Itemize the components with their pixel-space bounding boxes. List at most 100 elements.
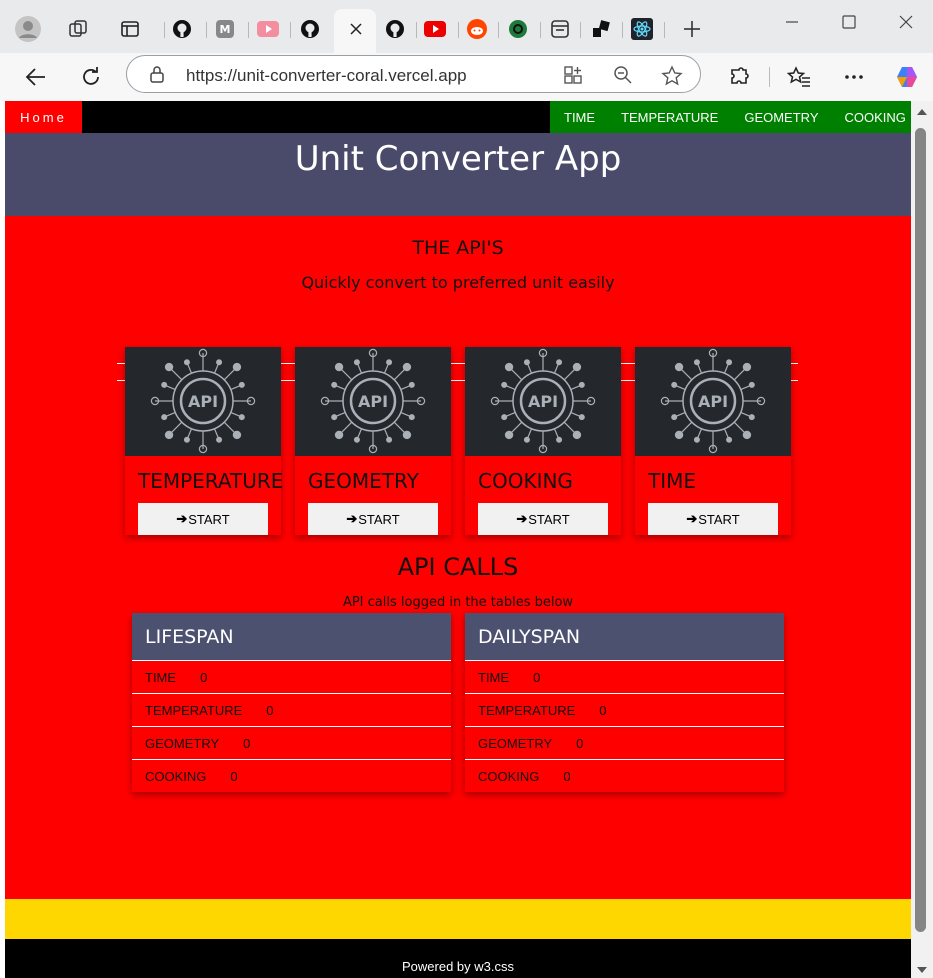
maximize-icon[interactable] [842,14,856,33]
table-row: TEMPERATURE 0 [465,694,784,727]
app-favicon[interactable] [546,15,574,43]
page-footer: Powered by w3.css [5,939,911,978]
row-label: TEMPERATURE [145,702,243,718]
nav-menu: TIME TEMPERATURE GEOMETRY COOKING [550,101,911,133]
api-card-geometry: API GEOMETRY ➔ START [295,347,451,535]
row-value: 0 [599,702,607,718]
arrow-right-icon: ➔ [686,511,698,526]
table-row: TIME 0 [465,661,784,694]
table-row: COOKING 0 [132,760,451,792]
tab-separator [458,22,459,38]
address-bar[interactable]: https://unit-converter-coral.vercel.app [126,55,701,93]
table-row: GEOMETRY 0 [132,727,451,760]
lock-icon[interactable] [149,65,165,87]
browser-tab-bar: M [0,0,933,53]
github-favicon[interactable] [381,15,409,43]
dev-favicon[interactable] [587,15,615,43]
table-header: LIFESPAN [132,613,451,661]
start-button[interactable]: ➔ START [308,503,438,535]
url-text[interactable]: https://unit-converter-coral.vercel.app [186,66,467,86]
table-row: COOKING 0 [465,760,784,792]
tab-separator [206,22,207,38]
api-image-label: API [698,392,728,411]
scroll-down-icon[interactable] [917,967,927,973]
start-label: START [358,511,400,527]
new-tab-icon[interactable] [678,15,706,43]
start-label: START [528,511,570,527]
tab-separator [248,22,249,38]
tab-separator [664,22,665,38]
calls-heading: API CALLS [397,553,519,581]
tab-separator [164,22,165,38]
extensions-icon[interactable] [724,62,754,92]
more-options-icon[interactable] [839,62,869,92]
start-label: START [188,511,230,527]
lifespan-table: LIFESPAN TIME 0 TEMPERATURE 0 GEOMETRY 0 CO… [132,613,451,792]
table-header: DAILYSPAN [465,613,784,661]
page-header: Unit Converter App [5,133,911,216]
row-label: TEMPERATURE [478,702,576,718]
app-title: Unit Converter App [294,139,622,179]
page-scrollbar[interactable] [911,101,933,978]
api-card-cooking: API COOKING ➔ START [465,347,621,535]
start-button[interactable]: ➔ START [648,503,778,535]
profile-avatar-icon[interactable] [14,15,42,43]
row-label: TIME [145,669,177,685]
card-title: COOKING [478,469,573,493]
favorites-icon[interactable] [784,62,814,92]
home-link[interactable]: Home [5,101,82,133]
footer-text: Powered by w3.css [402,959,514,974]
arrow-right-icon: ➔ [516,511,528,526]
api-network-icon: API [490,348,596,454]
card-title: TIME [648,469,697,493]
yellow-band [5,899,911,939]
nav-time-link[interactable]: TIME [550,110,608,125]
back-icon[interactable] [20,62,50,92]
tab-separator [290,22,291,38]
tab-separator [540,22,541,38]
scroll-up-icon[interactable] [917,109,927,115]
github-favicon[interactable] [296,15,324,43]
page-viewport: Home TIME TEMPERATURE GEOMETRY COOKING U… [5,101,911,978]
chatgpt-favicon[interactable] [504,15,532,43]
copilot-icon[interactable] [892,62,922,92]
vertical-tabs-icon[interactable] [116,15,144,43]
app-available-icon[interactable] [563,65,583,89]
close-window-icon[interactable] [899,14,913,33]
start-button[interactable]: ➔ START [138,503,268,535]
row-value: 0 [230,768,238,784]
tab-separator [622,22,623,38]
api-card-time: API TIME ➔ START [635,347,791,535]
youtube-favicon[interactable] [254,15,282,43]
row-label: GEOMETRY [478,735,553,751]
api-image-label: API [528,392,558,411]
minimize-icon[interactable] [785,14,799,33]
react-favicon[interactable] [628,15,656,43]
reddit-favicon[interactable] [463,15,491,43]
nav-geometry-link[interactable]: GEOMETRY [731,110,831,125]
nav-cooking-link[interactable]: COOKING [832,110,912,125]
row-value: 0 [563,768,571,784]
row-label: TIME [478,669,510,685]
close-tab-icon[interactable] [342,15,370,43]
card-title: GEOMETRY [308,469,419,493]
refresh-icon[interactable] [76,62,106,92]
favorite-star-icon[interactable] [661,65,683,91]
row-value: 0 [200,669,208,685]
api-image: API [635,347,791,456]
workspaces-icon[interactable] [64,15,92,43]
top-navbar: Home TIME TEMPERATURE GEOMETRY COOKING [5,101,911,133]
youtube-favicon[interactable] [421,15,449,43]
toolbar-separator [769,67,770,87]
row-label: COOKING [478,768,540,784]
api-network-icon: API [150,348,256,454]
api-network-icon: API [320,348,426,454]
table-row: GEOMETRY 0 [465,727,784,760]
nav-temperature-link[interactable]: TEMPERATURE [608,110,731,125]
scroll-thumb[interactable] [915,128,926,932]
zoom-icon[interactable] [613,65,633,89]
github-favicon[interactable] [168,15,196,43]
medium-favicon[interactable]: M [211,15,239,43]
start-button[interactable]: ➔ START [478,503,608,535]
row-value: 0 [576,735,584,751]
